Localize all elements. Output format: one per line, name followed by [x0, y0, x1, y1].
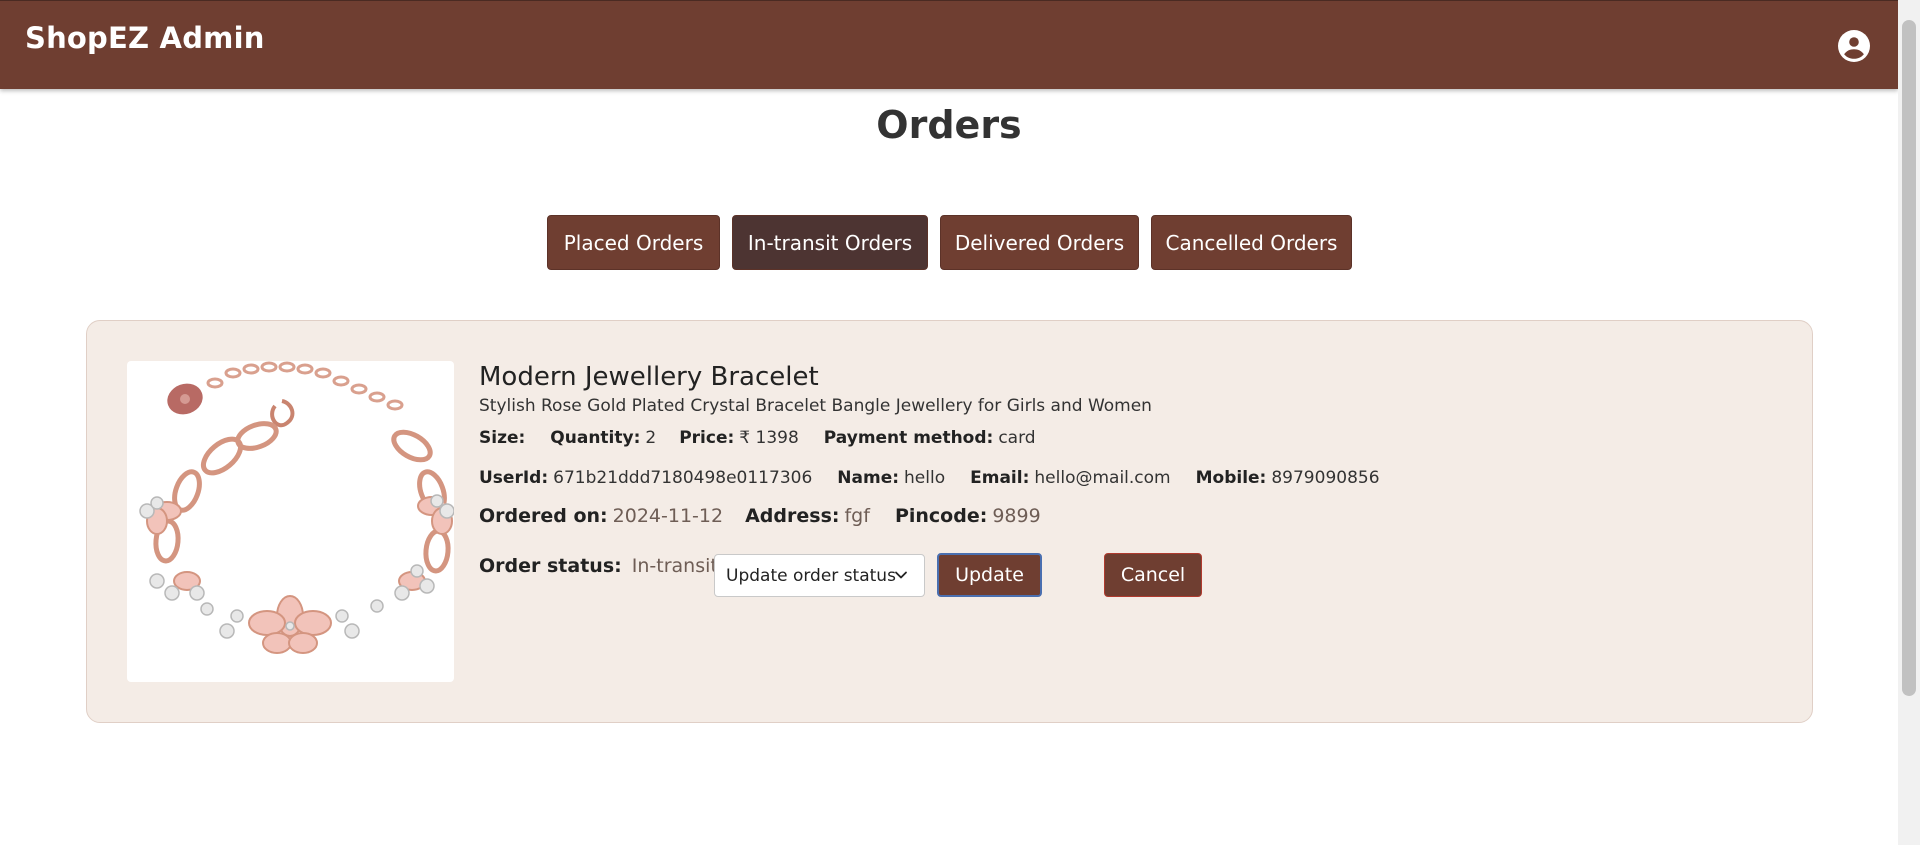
- payment-label: Payment method:: [823, 428, 994, 448]
- name-label: Name:: [837, 468, 900, 488]
- page-title: Orders: [876, 103, 1022, 147]
- email-value: hello@mail.com: [1034, 468, 1171, 488]
- size-label: Size:: [479, 428, 526, 448]
- order-status-value: In-transit: [631, 555, 718, 577]
- order-status-select-value: Update order status: [726, 565, 896, 586]
- product-description: Stylish Rose Gold Plated Crystal Bracele…: [479, 396, 1152, 416]
- price-label: Price:: [679, 428, 735, 448]
- shipping-details-row: Ordered on: 2024-11-12 Address: fgf Pinc…: [479, 505, 1041, 527]
- quantity-label: Quantity:: [550, 428, 641, 448]
- address-value: fgf: [844, 505, 870, 527]
- order-status: Order status: In-transit: [479, 555, 718, 577]
- top-navbar: ShopEZ Admin: [0, 0, 1898, 89]
- ordered-on-value: 2024-11-12: [612, 505, 724, 527]
- address-label: Address:: [745, 505, 840, 527]
- order-details-row: Size: Quantity: 2 Price: ₹ 1398 Payment …: [479, 428, 1036, 448]
- tab-placed-orders[interactable]: Placed Orders: [547, 215, 720, 270]
- tab-cancelled-orders[interactable]: Cancelled Orders: [1151, 215, 1352, 270]
- mobile-value: 8979090856: [1271, 468, 1380, 488]
- cancel-button[interactable]: Cancel: [1104, 553, 1202, 597]
- tab-in-transit-orders[interactable]: In-transit Orders: [732, 215, 928, 270]
- userid-value: 671b21ddd7180498e0117306: [553, 468, 813, 488]
- payment-value: card: [998, 428, 1036, 448]
- pincode-value: 9899: [992, 505, 1041, 527]
- tab-delivered-orders[interactable]: Delivered Orders: [940, 215, 1139, 270]
- product-image: [127, 361, 454, 682]
- product-name: Modern Jewellery Bracelet: [479, 362, 819, 392]
- quantity-value: 2: [645, 428, 657, 448]
- chevron-down-icon: [895, 571, 907, 579]
- email-label: Email:: [970, 468, 1030, 488]
- brand-title[interactable]: ShopEZ Admin: [25, 21, 265, 55]
- userid-label: UserId:: [479, 468, 549, 488]
- update-button[interactable]: Update: [937, 553, 1042, 597]
- price-value: ₹ 1398: [739, 428, 799, 448]
- name-value: hello: [904, 468, 946, 488]
- order-status-label: Order status:: [479, 555, 622, 577]
- mobile-label: Mobile:: [1195, 468, 1267, 488]
- account-circle-icon[interactable]: [1838, 30, 1870, 62]
- pincode-label: Pincode:: [894, 505, 988, 527]
- scrollbar-thumb[interactable]: [1902, 20, 1916, 696]
- ordered-on-label: Ordered on:: [479, 505, 608, 527]
- order-status-select[interactable]: Update order status: [714, 554, 925, 597]
- customer-details-row: UserId: 671b21ddd7180498e0117306 Name: h…: [479, 468, 1380, 488]
